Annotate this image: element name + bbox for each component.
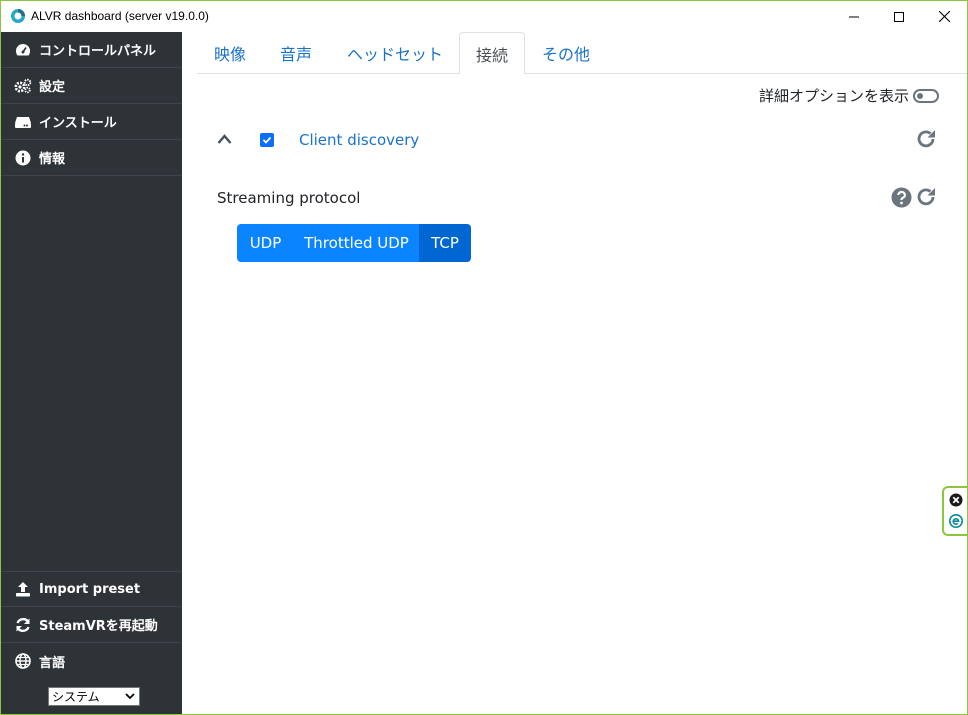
minimize-button[interactable]	[831, 1, 877, 32]
language-select[interactable]: システム	[48, 687, 140, 706]
streaming-protocol-label: Streaming protocol	[217, 189, 361, 207]
floating-side-widget	[942, 486, 967, 536]
sidebar-item-settings[interactable]: 設定	[1, 68, 182, 104]
sidebar-item-label: 情報	[39, 152, 66, 167]
sidebar-item-label: 設定	[39, 80, 66, 95]
tab-label: 音声	[279, 45, 312, 64]
info-icon	[14, 149, 32, 167]
sidebar-item-label: コントロールパネル	[39, 44, 157, 59]
restart-steamvr-button[interactable]: SteamVRを再起動	[1, 607, 182, 643]
checkmark-icon	[262, 136, 272, 144]
sidebar-item-label: SteamVRを再起動	[39, 619, 158, 634]
upload-icon	[14, 580, 32, 598]
chevron-down-icon	[125, 693, 135, 700]
tab-label: 接続	[475, 45, 508, 65]
tab-extra[interactable]: その他	[531, 32, 601, 74]
sidebar: コントロールパネル 設定 インストール 情報 Import preset Ste…	[1, 32, 182, 714]
tab-video[interactable]: 映像	[197, 32, 263, 74]
window-title: ALVR dashboard (server v19.0.0)	[31, 9, 209, 23]
alvr-logo-icon	[11, 9, 25, 23]
tab-label: 映像	[213, 45, 246, 64]
sidebar-item-label: Import preset	[39, 581, 141, 597]
collapse-chevron-up-icon[interactable]	[217, 133, 232, 145]
advanced-options-toggle[interactable]	[913, 88, 939, 103]
tab-headset[interactable]: ヘッドセット	[335, 32, 455, 74]
close-button[interactable]	[921, 1, 967, 32]
globe-icon	[14, 652, 32, 670]
advanced-options-label: 詳細オプションを表示	[758, 87, 909, 105]
protocol-tcp-button[interactable]: TCP	[419, 224, 471, 262]
tab-audio[interactable]: 音声	[267, 32, 325, 74]
import-preset-button[interactable]: Import preset	[1, 571, 182, 607]
sync-icon	[14, 616, 32, 634]
hdd-icon	[14, 113, 32, 131]
tab-connection[interactable]: 接続	[459, 32, 525, 75]
minimize-icon	[849, 16, 859, 17]
protocol-option-label: Throttled UDP	[304, 234, 409, 252]
language-select-value: システム	[52, 690, 100, 704]
app-window: ALVR dashboard (server v19.0.0) コントロールパネ…	[0, 0, 968, 715]
protocol-throttled-udp-button[interactable]: Throttled UDP	[294, 224, 419, 262]
maximize-icon	[894, 11, 904, 22]
close-icon	[938, 11, 950, 22]
language-label: 言語	[1, 643, 182, 679]
client-discovery-label[interactable]: Client discovery	[299, 131, 419, 149]
sidebar-item-install[interactable]: インストール	[1, 104, 182, 140]
protocol-option-label: UDP	[249, 234, 282, 252]
extension-e-icon[interactable]	[949, 514, 963, 528]
tab-label: その他	[541, 45, 590, 64]
client-discovery-checkbox[interactable]	[260, 133, 274, 147]
cogs-icon	[14, 77, 32, 95]
tab-label: ヘッドセット	[346, 45, 443, 64]
title-bar: ALVR dashboard (server v19.0.0)	[1, 1, 967, 32]
advanced-options-row: 詳細オプションを表示	[759, 85, 939, 106]
sidebar-item-about[interactable]: 情報	[1, 140, 182, 176]
protocol-udp-button[interactable]: UDP	[237, 224, 294, 262]
close-circle-icon[interactable]	[949, 493, 963, 507]
sidebar-item-control-panel[interactable]: コントロールパネル	[1, 32, 182, 68]
help-icon[interactable]	[891, 187, 912, 208]
dashboard-icon	[14, 41, 32, 59]
maximize-button[interactable]	[876, 1, 922, 32]
sidebar-item-label: インストール	[39, 116, 117, 131]
streaming-protocol-selector: UDP Throttled UDP TCP	[237, 224, 471, 262]
reset-icon[interactable]	[915, 186, 937, 208]
protocol-option-label: TCP	[431, 234, 459, 252]
sidebar-item-label: 言語	[39, 655, 66, 671]
settings-tabs: 映像 音声 ヘッドセット 接続 その他	[197, 32, 967, 75]
reset-icon[interactable]	[915, 128, 937, 150]
